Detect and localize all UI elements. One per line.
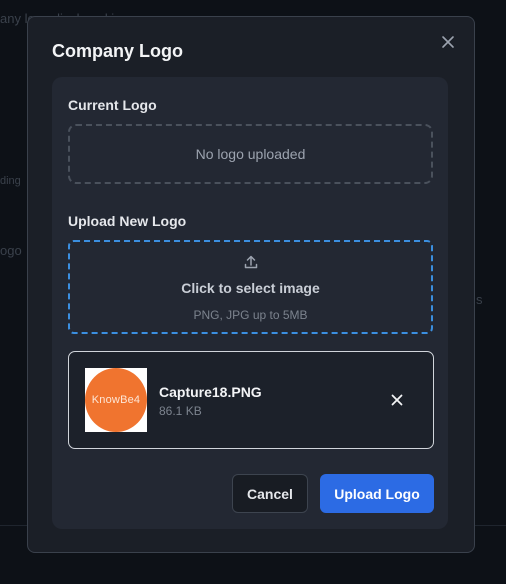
background-text: ding: [0, 175, 21, 187]
current-logo-label: Current Logo: [68, 97, 157, 113]
file-size: 86.1 KB: [159, 404, 202, 418]
current-logo-placeholder: No logo uploaded: [68, 124, 433, 184]
modal-title: Company Logo: [52, 41, 183, 61]
file-thumbnail: KnowBe4: [85, 368, 147, 432]
close-icon: [391, 394, 403, 406]
close-icon[interactable]: [440, 34, 456, 50]
thumbnail-logo-text: KnowBe4: [91, 394, 141, 406]
upload-dropzone[interactable]: Click to select image PNG, JPG up to 5MB: [68, 240, 433, 334]
background-text: ogo: [0, 243, 22, 258]
upload-new-logo-label: Upload New Logo: [68, 213, 187, 229]
remove-file-button[interactable]: [390, 393, 404, 407]
selected-file-card: KnowBe4 Capture18.PNG 86.1 KB: [68, 351, 434, 449]
knowbe4-logo-thumbnail: KnowBe4: [85, 368, 147, 432]
upload-logo-button[interactable]: Upload Logo: [320, 474, 434, 513]
upload-hint: PNG, JPG up to 5MB: [193, 308, 308, 322]
cancel-button[interactable]: Cancel: [232, 474, 308, 513]
file-name: Capture18.PNG: [159, 384, 262, 400]
upload-prompt: Click to select image: [181, 280, 320, 296]
company-logo-modal: Company Logo Current Logo No logo upload…: [27, 16, 475, 553]
logo-panel: Current Logo No logo uploaded Upload New…: [52, 77, 448, 529]
no-logo-text: No logo uploaded: [195, 146, 306, 162]
background-text: s: [476, 292, 483, 307]
upload-icon: [243, 254, 259, 270]
